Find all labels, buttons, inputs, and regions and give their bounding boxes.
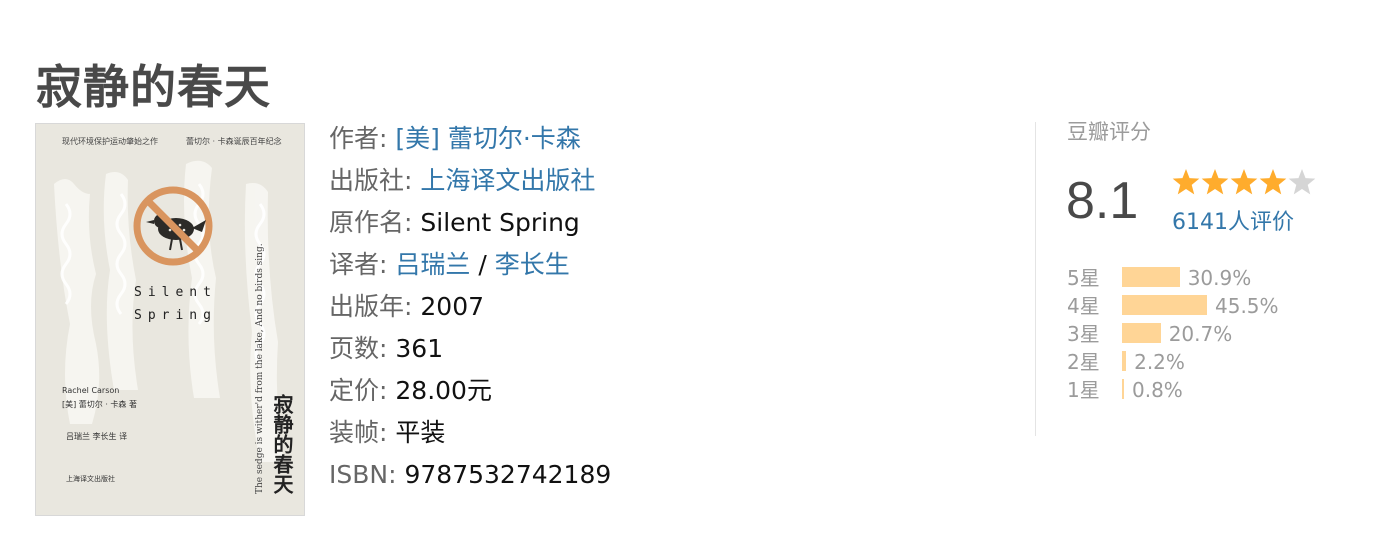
rating-dist-row: 4星 45.5% (1067, 292, 1357, 320)
cover-top-left: 现代环境保护运动肇始之作 (62, 136, 158, 146)
rating-dist-row: 3星 20.7% (1067, 320, 1357, 348)
rating-dist-label: 3星 (1067, 322, 1100, 346)
rating-label: 豆瓣评分 (1067, 120, 1151, 144)
isbn-label: ISBN: (329, 460, 397, 489)
translator-separator: / (478, 250, 487, 279)
info-author-row: 作者: [美] 蕾切尔·卡森 (329, 118, 611, 160)
year-value: 2007 (420, 292, 485, 321)
translator-label: 译者: (329, 250, 388, 279)
star-icon (1201, 169, 1229, 195)
rating-dist-row: 5星 30.9% (1067, 264, 1357, 292)
book-info: 作者: [美] 蕾切尔·卡森 出版社: 上海译文出版社 原作名: Silent … (329, 118, 611, 496)
cover-top-right: 蕾切尔 · 卡森诞辰百年纪念 (186, 136, 282, 146)
price-value: 28.00元 (395, 376, 492, 405)
publisher-link[interactable]: 上海译文出版社 (420, 166, 595, 195)
book-cover[interactable]: 现代环境保护运动肇始之作 蕾切尔 · 卡森诞辰百年纪念 Silent Sprin… (35, 123, 305, 516)
rating-dist-bar (1122, 295, 1207, 315)
binding-label: 装帧: (329, 418, 388, 447)
pages-value: 361 (395, 334, 444, 363)
isbn-value: 9787532742189 (404, 460, 612, 489)
star-icon (1288, 169, 1316, 195)
cover-quote: The sedge is wither'd from the lake, And… (255, 243, 265, 494)
rating-dist-row: 1星 0.8% (1067, 376, 1357, 404)
info-isbn-row: ISBN: 9787532742189 (329, 454, 611, 496)
rating-dist-label: 2星 (1067, 350, 1100, 374)
rating-stars (1172, 166, 1322, 202)
star-icon (1172, 169, 1200, 195)
info-translator-row: 译者: 吕瑞兰 / 李长生 (329, 244, 611, 286)
rating-dist-bar (1122, 323, 1161, 343)
info-publisher-row: 出版社: 上海译文出版社 (329, 160, 611, 202)
rating-dist-label: 4星 (1067, 294, 1100, 318)
rating-dist-row: 2星 2.2% (1067, 348, 1357, 376)
pages-label: 页数: (329, 334, 388, 363)
rating-dist-percent: 20.7% (1168, 322, 1233, 346)
cover-translators: 吕瑞兰 李长生 译 (66, 431, 127, 441)
rating-dist-label: 1星 (1067, 378, 1100, 402)
cover-publisher: 上海译文出版社 (66, 474, 115, 483)
rating-dist-percent: 30.9% (1187, 266, 1252, 290)
author-link[interactable]: [美] 蕾切尔·卡森 (395, 124, 580, 153)
star-icon (1259, 169, 1287, 195)
binding-value: 平装 (395, 418, 446, 447)
rating-dist-bar (1122, 351, 1127, 371)
rating-dist-label: 5星 (1067, 266, 1100, 290)
price-label: 定价: (329, 376, 388, 405)
translator-link-2[interactable]: 李长生 (495, 250, 570, 279)
info-binding-row: 装帧: 平装 (329, 412, 611, 454)
info-original-row: 原作名: Silent Spring (329, 202, 611, 244)
year-label: 出版年: (329, 292, 413, 321)
rating-distribution: 5星 30.9% 4星 45.5% 3星 20.7% 2星 2.2% 1星 0.8% (1067, 264, 1357, 404)
cover-author-en: Rachel Carson (62, 386, 119, 395)
rating-dist-percent: 2.2% (1134, 350, 1185, 374)
page-title: 寂静的春天 (36, 59, 271, 114)
rating-dist-percent: 0.8% (1132, 378, 1183, 402)
star-icon (1230, 169, 1258, 195)
info-pages-row: 页数: 361 (329, 328, 611, 370)
divider (1035, 122, 1036, 436)
rating-dist-percent: 45.5% (1215, 294, 1279, 318)
info-year-row: 出版年: 2007 (329, 286, 611, 328)
info-price-row: 定价: 28.00元 (329, 370, 611, 412)
cover-en-title-2: Spring (134, 308, 217, 323)
cover-cn-title: 寂静的春天 (270, 393, 294, 495)
publisher-label: 出版社: (329, 166, 413, 195)
original-title-label: 原作名: (329, 208, 413, 237)
rating-score: 8.1 (1066, 172, 1139, 230)
rating-dist-bar (1122, 379, 1124, 399)
cover-en-title-1: Silent (134, 285, 217, 300)
rating-dist-bar (1122, 267, 1180, 287)
author-label: 作者: (329, 124, 388, 153)
rating-votes-link[interactable]: 6141人评价 (1172, 204, 1294, 236)
translator-link-1[interactable]: 吕瑞兰 (395, 250, 470, 279)
original-title-value: Silent Spring (420, 208, 580, 237)
cover-author-cn: [美] 蕾切尔 · 卡森 著 (62, 399, 137, 409)
